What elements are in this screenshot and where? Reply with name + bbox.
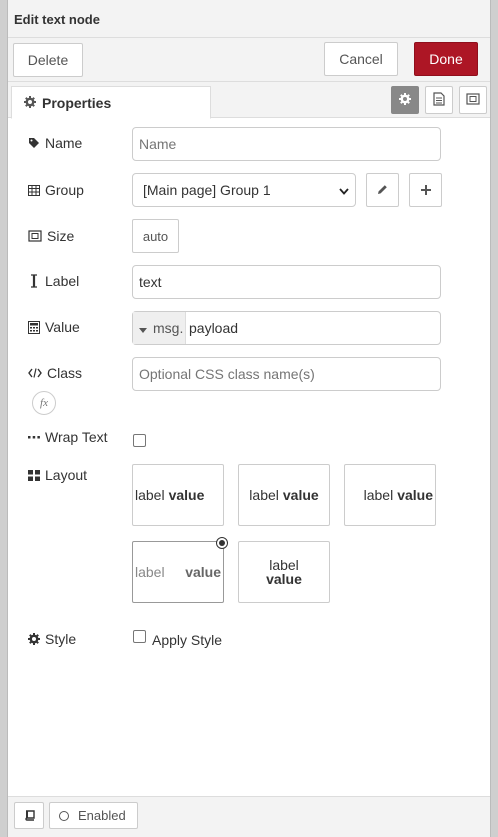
group-row: Group [Main page] Group 1	[8, 173, 490, 207]
edit-tray: Edit text node Delete Cancel Done Proper…	[7, 0, 491, 837]
tab-appearance-button[interactable]	[459, 86, 487, 114]
plus-icon	[420, 182, 431, 198]
label-label: Label	[28, 273, 79, 289]
class-input[interactable]	[132, 357, 441, 391]
enabled-label: Enabled	[78, 808, 126, 823]
name-label: Name	[28, 135, 82, 151]
layout-label: Layout	[28, 467, 87, 483]
wrap-text-row: Wrap Text	[8, 428, 490, 452]
layout-option-label: label	[269, 557, 299, 573]
layout-option-value: value	[185, 564, 221, 580]
selected-radio-icon	[216, 537, 228, 549]
style-label: Style	[28, 631, 76, 647]
tabs-row: Properties	[8, 82, 490, 119]
group-label: Group	[28, 182, 84, 198]
text-cursor-icon	[28, 274, 40, 288]
delete-button[interactable]: Delete	[13, 43, 83, 77]
gear-icon	[28, 633, 40, 645]
value-typed-input[interactable]: msg. payload	[132, 311, 441, 345]
dialog-title: Edit text node	[14, 12, 100, 27]
layout-option-1[interactable]: label value	[132, 464, 224, 526]
class-label: Class	[28, 365, 82, 381]
caret-down-icon	[139, 320, 147, 336]
layout-row: Layout label value label value label val…	[8, 464, 490, 604]
layout-option-4[interactable]: label value	[132, 537, 228, 603]
label-input[interactable]: text	[132, 265, 441, 299]
frame-icon	[466, 92, 480, 108]
gear-icon	[399, 92, 411, 108]
apply-style-label: Apply Style	[152, 632, 223, 648]
tray-header: Edit text node	[8, 0, 490, 38]
node-help-button[interactable]	[14, 802, 44, 829]
add-group-button[interactable]	[409, 173, 442, 207]
wrap-text-checkbox[interactable]	[133, 434, 146, 447]
label-row: Label text	[8, 265, 490, 299]
ellipsis-icon	[28, 431, 40, 443]
layout-option-label: label	[249, 487, 279, 503]
value-type-prefix: msg.	[153, 320, 184, 336]
enabled-toggle[interactable]: Enabled	[49, 802, 138, 829]
tab-description-button[interactable]	[425, 86, 453, 114]
tray-footer: Enabled	[8, 796, 490, 837]
tab-properties[interactable]: Properties	[11, 86, 211, 119]
pencil-icon	[377, 182, 388, 198]
value-row: Value msg. payload	[8, 311, 490, 345]
group-select[interactable]: [Main page] Group 1	[132, 173, 356, 207]
value-label: Value	[28, 319, 80, 335]
chevron-down-icon	[339, 182, 349, 198]
book-icon	[24, 808, 35, 824]
apply-style-checkbox[interactable]	[133, 630, 146, 643]
document-icon	[433, 91, 445, 109]
layout-option-3[interactable]: label value	[344, 464, 436, 526]
layout-option-value: value	[282, 487, 319, 503]
resize-icon	[28, 230, 42, 242]
edit-group-button[interactable]	[366, 173, 399, 207]
gear-icon	[24, 95, 36, 111]
size-row: Size auto	[8, 219, 490, 253]
value-input-text: payload	[189, 320, 239, 336]
class-row: Class fx	[8, 357, 490, 417]
circle-icon	[59, 810, 69, 821]
calculator-icon	[28, 320, 40, 334]
layout-option-5[interactable]: label value	[238, 541, 330, 603]
size-label: Size	[28, 228, 74, 244]
grid-icon	[28, 469, 40, 481]
layout-option-label: label	[363, 487, 394, 503]
value-type-dropdown[interactable]: msg.	[133, 312, 186, 344]
name-row: Name	[8, 127, 490, 161]
layout-option-label: label	[135, 487, 165, 503]
wrap-text-label: Wrap Text	[28, 429, 108, 445]
tab-properties-label: Properties	[42, 94, 112, 111]
layout-option-value: value	[168, 487, 205, 503]
tab-settings-button[interactable]	[391, 86, 419, 114]
tag-icon	[28, 137, 40, 149]
table-icon	[28, 184, 40, 196]
size-button[interactable]: auto	[132, 219, 179, 253]
cancel-button[interactable]: Cancel	[324, 42, 398, 76]
tray-toolbar: Delete Cancel Done	[8, 38, 490, 82]
name-input[interactable]	[132, 127, 441, 161]
layout-option-label: label	[135, 564, 165, 580]
layout-option-value: value	[266, 571, 302, 587]
style-row: Style Apply Style	[8, 629, 490, 653]
code-icon	[28, 367, 42, 379]
layout-option-2[interactable]: label value	[238, 464, 330, 526]
class-fx-button[interactable]: fx	[32, 391, 56, 415]
done-button[interactable]: Done	[414, 42, 478, 76]
layout-option-value: value	[397, 487, 433, 503]
